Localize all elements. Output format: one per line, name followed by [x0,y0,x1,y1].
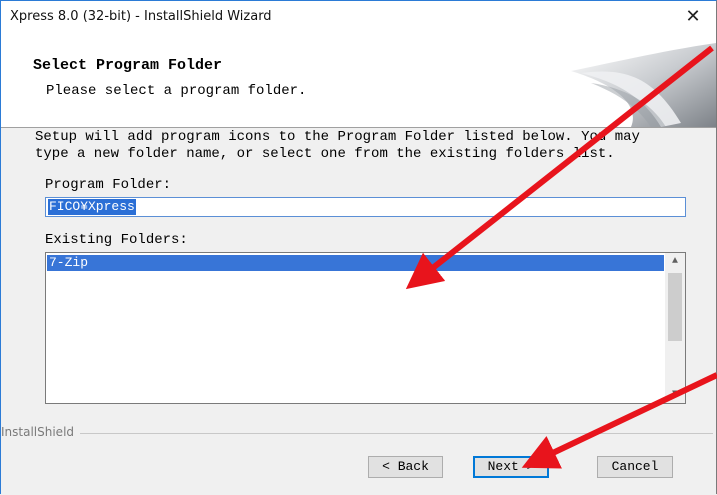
existing-folders-label: Existing Folders: [45,232,188,248]
title-bar: Xpress 8.0 (32-bit) - InstallShield Wiza… [1,1,716,31]
scroll-up-icon[interactable]: ▲ [665,253,685,270]
program-folder-value: FICO¥Xpress [48,199,136,215]
installshield-logo-icon [571,43,716,127]
list-scrollbar[interactable]: ▲ ▼ [665,253,685,403]
installshield-group: InstallShield [1,425,716,441]
next-button[interactable]: Next > [473,456,549,478]
wizard-header: Select Program Folder Please select a pr… [1,31,716,128]
page-subtitle: Please select a program folder. [46,83,307,99]
program-folder-label: Program Folder: [45,177,172,193]
instructions-line-2: type a new folder name, or select one fr… [35,146,615,162]
existing-folders-list[interactable]: 7-Zip ▲ ▼ [45,252,686,404]
scrollbar-thumb[interactable] [668,273,682,341]
group-divider [1,433,713,434]
scroll-down-icon[interactable]: ▼ [665,386,685,403]
instructions-line-1: Setup will add program icons to the Prog… [35,129,640,145]
list-item[interactable]: 7-Zip [47,255,664,271]
instructions: Setup will add program icons to the Prog… [35,129,675,163]
installshield-group-label: InstallShield [1,425,81,439]
page-title: Select Program Folder [33,57,223,74]
installshield-wizard-window: Xpress 8.0 (32-bit) - InstallShield Wiza… [0,0,717,494]
program-folder-input[interactable]: FICO¥Xpress [45,197,686,217]
window-title: Xpress 8.0 (32-bit) - InstallShield Wiza… [10,9,272,24]
close-icon[interactable]: ✕ [670,1,716,31]
back-button[interactable]: < Back [368,456,443,478]
cancel-button[interactable]: Cancel [597,456,673,478]
